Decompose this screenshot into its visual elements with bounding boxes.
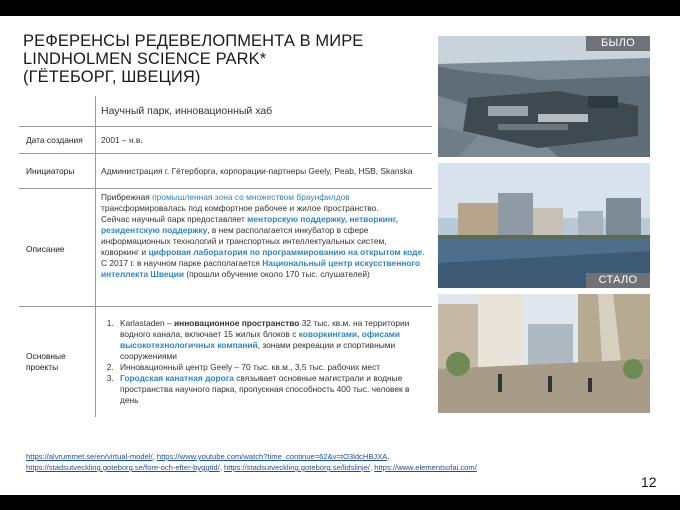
project-highlight: Городская канатная дорога xyxy=(120,373,234,383)
table-row-initiators: Инициаторы Администрация г. Гётерборга, … xyxy=(19,153,432,189)
created-label: Дата создания xyxy=(19,126,96,154)
street-render xyxy=(438,294,650,413)
desc-text: (прошли обучение около 170 тыс. слушател… xyxy=(184,269,370,279)
title-line-3: (ГЁТЕБОРГ, ШВЕЦИЯ) xyxy=(23,68,201,86)
before-label: БЫЛО xyxy=(586,36,650,51)
source-links: https://alvrummet.se/en/virtual-model/, … xyxy=(26,451,546,473)
table-row-heading: Научный парк, инновационный хаб xyxy=(19,96,432,127)
source-link[interactable]: https://alvrummet.se/en/virtual-model/ xyxy=(26,452,153,461)
desc-highlight: промышленная зона со множеством браунфил… xyxy=(152,192,350,202)
bottom-bar xyxy=(0,495,680,510)
projects-label: Основные проекты xyxy=(19,306,96,417)
initiators-label: Инициаторы xyxy=(19,153,96,189)
desc-text: трансформировалась под комфортное рабоче… xyxy=(101,203,379,213)
desc-text: . xyxy=(422,247,425,257)
list-item: Городская канатная дорога связывает осно… xyxy=(116,373,427,406)
description-value: Прибрежная промышленная зона со множеств… xyxy=(95,188,432,307)
desc-text: Сейчас научный парк предоставляет xyxy=(101,214,248,224)
desc-highlight: цифровая лаборатория по программированию… xyxy=(148,247,423,257)
table-row-projects: Основные проекты Karlastaden – инновацио… xyxy=(19,306,432,417)
after-photo: СТАЛО xyxy=(438,163,650,288)
title-line-2: LINDHOLMEN SCIENCE PARK* xyxy=(23,50,267,68)
desc-text: С 2017 г. в научном парке располагается xyxy=(101,258,263,268)
empty-cell xyxy=(19,96,96,127)
page-number: 12 xyxy=(641,474,657,490)
project-bold: инновационное пространство xyxy=(174,318,300,328)
desc-text: Прибрежная xyxy=(101,192,153,202)
project-text: Инновационный центр Geely – 70 тыс. кв.м… xyxy=(120,362,381,372)
title-line-1: РЕФЕРЕНСЫ РЕДЕВЕЛОПМЕНТА В МИРЕ xyxy=(23,32,364,50)
source-link[interactable]: https://www.elementsofai.com/ xyxy=(374,463,477,472)
after-label: СТАЛО xyxy=(586,273,650,288)
source-link[interactable]: https://www.youtube.com/watch?time_conti… xyxy=(157,452,387,461)
list-item: Инновационный центр Geely – 70 тыс. кв.м… xyxy=(116,362,427,373)
projects-list: Karlastaden – инновационное пространство… xyxy=(101,318,427,406)
table-row-description: Описание Прибрежная промышленная зона со… xyxy=(19,188,432,307)
separator: , xyxy=(387,452,390,461)
table-row-created: Дата создания 2001 – н.в. xyxy=(19,126,432,154)
list-item: Karlastaden – инновационное пространство… xyxy=(116,318,427,362)
source-link[interactable]: https://stadsutveckling.goteborg.se/lids… xyxy=(224,463,370,472)
initiators-value: Администрация г. Гётерборга, корпорации-… xyxy=(95,153,432,189)
page-title: РЕФЕРЕНСЫ РЕДЕВЕЛОПМЕНТА В МИРЕ LINDHOLM… xyxy=(23,32,423,86)
before-photo: БЫЛО xyxy=(438,36,650,157)
source-link[interactable]: https://stadsutveckling.goteborg.se/fore… xyxy=(26,463,220,472)
description-label: Описание xyxy=(19,188,96,307)
table-heading: Научный парк, инновационный хаб xyxy=(95,96,432,127)
projects-value: Karlastaden – инновационное пространство… xyxy=(95,306,432,417)
created-value: 2001 – н.в. xyxy=(95,126,432,154)
info-table: Научный парк, инновационный хаб Дата соз… xyxy=(19,96,432,417)
project-text: Karlastaden – xyxy=(120,318,175,328)
top-bar xyxy=(0,0,680,16)
